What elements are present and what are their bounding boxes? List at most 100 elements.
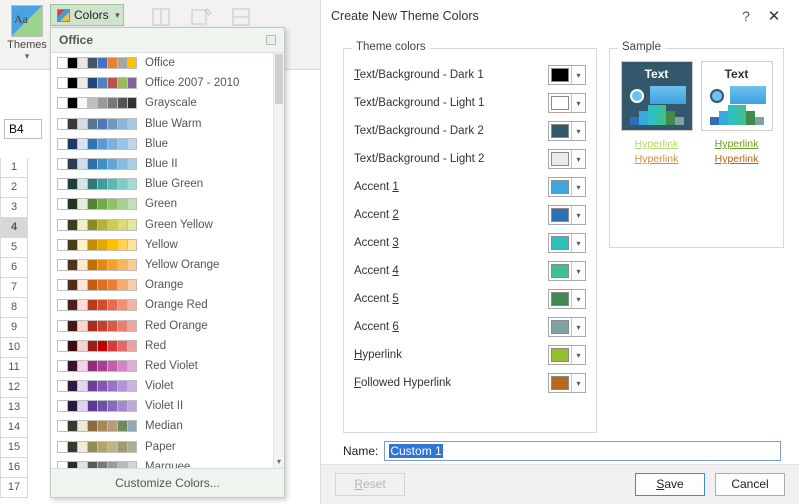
close-button[interactable]: ✕: [759, 7, 789, 25]
theme-color-label: Text/Background - Light 1: [354, 97, 484, 109]
cancel-button[interactable]: Cancel: [715, 473, 785, 496]
ribbon-other-controls: [150, 6, 252, 28]
color-preset[interactable]: Yellow Orange: [51, 255, 273, 275]
preset-name: Office 2007 - 2010: [145, 77, 239, 89]
preset-swatches: [57, 97, 137, 109]
color-preset[interactable]: Violet: [51, 376, 273, 396]
preset-swatches: [57, 57, 137, 69]
theme-color-label: Accent 2: [354, 209, 399, 221]
color-preset[interactable]: Blue: [51, 134, 273, 154]
color-preset[interactable]: Red Violet: [51, 356, 273, 376]
preset-name: Office: [145, 57, 175, 69]
row-header[interactable]: 8: [0, 298, 28, 318]
preset-name: Blue II: [145, 158, 178, 170]
color-preset[interactable]: Orange: [51, 275, 273, 295]
preset-name: Paper: [145, 441, 176, 453]
themes-button[interactable]: Themes ▾: [5, 5, 49, 65]
color-preset[interactable]: Grayscale: [51, 93, 273, 113]
theme-color-row: Text/Background - Light 2▾: [354, 145, 586, 173]
row-header[interactable]: 5: [0, 238, 28, 258]
help-button[interactable]: ?: [733, 8, 759, 24]
sample-text: Text: [725, 67, 749, 81]
color-preset[interactable]: Red: [51, 336, 273, 356]
theme-colors-group: Theme colors Text/Background - Dark 1▾Te…: [343, 48, 597, 433]
color-picker-button[interactable]: ▾: [548, 65, 586, 85]
color-chip: [551, 152, 569, 166]
row-header[interactable]: 17: [0, 478, 28, 498]
customize-colors-label: Customize Colors...: [115, 476, 220, 490]
preset-name: Violet: [145, 380, 174, 392]
preset-name: Blue Warm: [145, 118, 201, 130]
dialog-title: Create New Theme Colors: [331, 9, 479, 23]
theme-color-label: Accent 4: [354, 265, 399, 277]
colors-gallery: Office OfficeOffice 2007 - 2010Grayscale…: [50, 27, 285, 498]
row-header[interactable]: 4: [0, 218, 28, 238]
customize-colors-item[interactable]: Customize Colors...: [51, 468, 284, 497]
preset-swatches: [57, 299, 137, 311]
row-header[interactable]: 9: [0, 318, 28, 338]
preset-name: Red Violet: [145, 360, 198, 372]
ribbon-icon: [230, 6, 252, 28]
color-picker-button[interactable]: ▾: [548, 345, 586, 365]
color-picker-button[interactable]: ▾: [548, 149, 586, 169]
row-header[interactable]: 15: [0, 438, 28, 458]
theme-color-label: Text/Background - Dark 2: [354, 125, 484, 137]
create-theme-colors-dialog: Create New Theme Colors ? ✕ Theme colors…: [320, 0, 799, 504]
chevron-down-icon: ▾: [571, 262, 585, 280]
name-input[interactable]: Custom 1: [384, 441, 781, 461]
color-picker-button[interactable]: ▾: [548, 373, 586, 393]
row-header[interactable]: 3: [0, 198, 28, 218]
color-picker-button[interactable]: ▾: [548, 93, 586, 113]
color-picker-button[interactable]: ▾: [548, 177, 586, 197]
name-box[interactable]: [4, 119, 42, 139]
color-picker-button[interactable]: ▾: [548, 289, 586, 309]
color-preset[interactable]: Orange Red: [51, 295, 273, 315]
row-header[interactable]: 6: [0, 258, 28, 278]
row-header[interactable]: 2: [0, 178, 28, 198]
ribbon-icon: [190, 6, 212, 28]
color-preset[interactable]: Paper: [51, 437, 273, 457]
color-preset[interactable]: Marquee: [51, 457, 273, 468]
color-preset[interactable]: Blue Warm: [51, 114, 273, 134]
row-header[interactable]: 7: [0, 278, 28, 298]
row-header[interactable]: 11: [0, 358, 28, 378]
scrollbar-thumb[interactable]: [275, 54, 283, 104]
color-preset[interactable]: Median: [51, 416, 273, 436]
color-preset[interactable]: Green: [51, 194, 273, 214]
row-header[interactable]: 1: [0, 158, 28, 178]
row-header[interactable]: 13: [0, 398, 28, 418]
color-preset[interactable]: Office 2007 - 2010: [51, 73, 273, 93]
color-picker-button[interactable]: ▾: [548, 261, 586, 281]
preset-swatches: [57, 178, 137, 190]
color-preset[interactable]: Violet II: [51, 396, 273, 416]
row-header[interactable]: 16: [0, 458, 28, 478]
color-preset[interactable]: Office: [51, 53, 273, 73]
gallery-scrollbar[interactable]: ▴ ▾: [273, 53, 284, 468]
theme-color-label: Accent 1: [354, 181, 399, 193]
row-header[interactable]: 12: [0, 378, 28, 398]
color-chip: [551, 208, 569, 222]
theme-color-row: Hyperlink▾: [354, 341, 586, 369]
color-picker-button[interactable]: ▾: [548, 205, 586, 225]
color-preset[interactable]: Yellow: [51, 235, 273, 255]
scroll-down-arrow[interactable]: ▾: [276, 457, 282, 467]
sample-followed-hyperlink: Hyperlink: [621, 152, 693, 167]
color-preset[interactable]: Green Yellow: [51, 215, 273, 235]
colors-dropdown-button[interactable]: Colors ▾: [50, 4, 124, 26]
color-picker-button[interactable]: ▾: [548, 233, 586, 253]
preset-name: Orange: [145, 279, 183, 291]
preset-swatches: [57, 158, 137, 170]
color-preset[interactable]: Red Orange: [51, 315, 273, 335]
scroll-up-icon[interactable]: [266, 35, 276, 45]
color-picker-button[interactable]: ▾: [548, 317, 586, 337]
row-header[interactable]: 14: [0, 418, 28, 438]
row-header[interactable]: 10: [0, 338, 28, 358]
colors-icon: [57, 9, 70, 22]
color-preset[interactable]: Blue Green: [51, 174, 273, 194]
color-preset[interactable]: Blue II: [51, 154, 273, 174]
theme-color-row: Accent 5▾: [354, 285, 586, 313]
color-chip: [551, 96, 569, 110]
preset-swatches: [57, 380, 137, 392]
save-button[interactable]: Save: [635, 473, 705, 496]
color-picker-button[interactable]: ▾: [548, 121, 586, 141]
